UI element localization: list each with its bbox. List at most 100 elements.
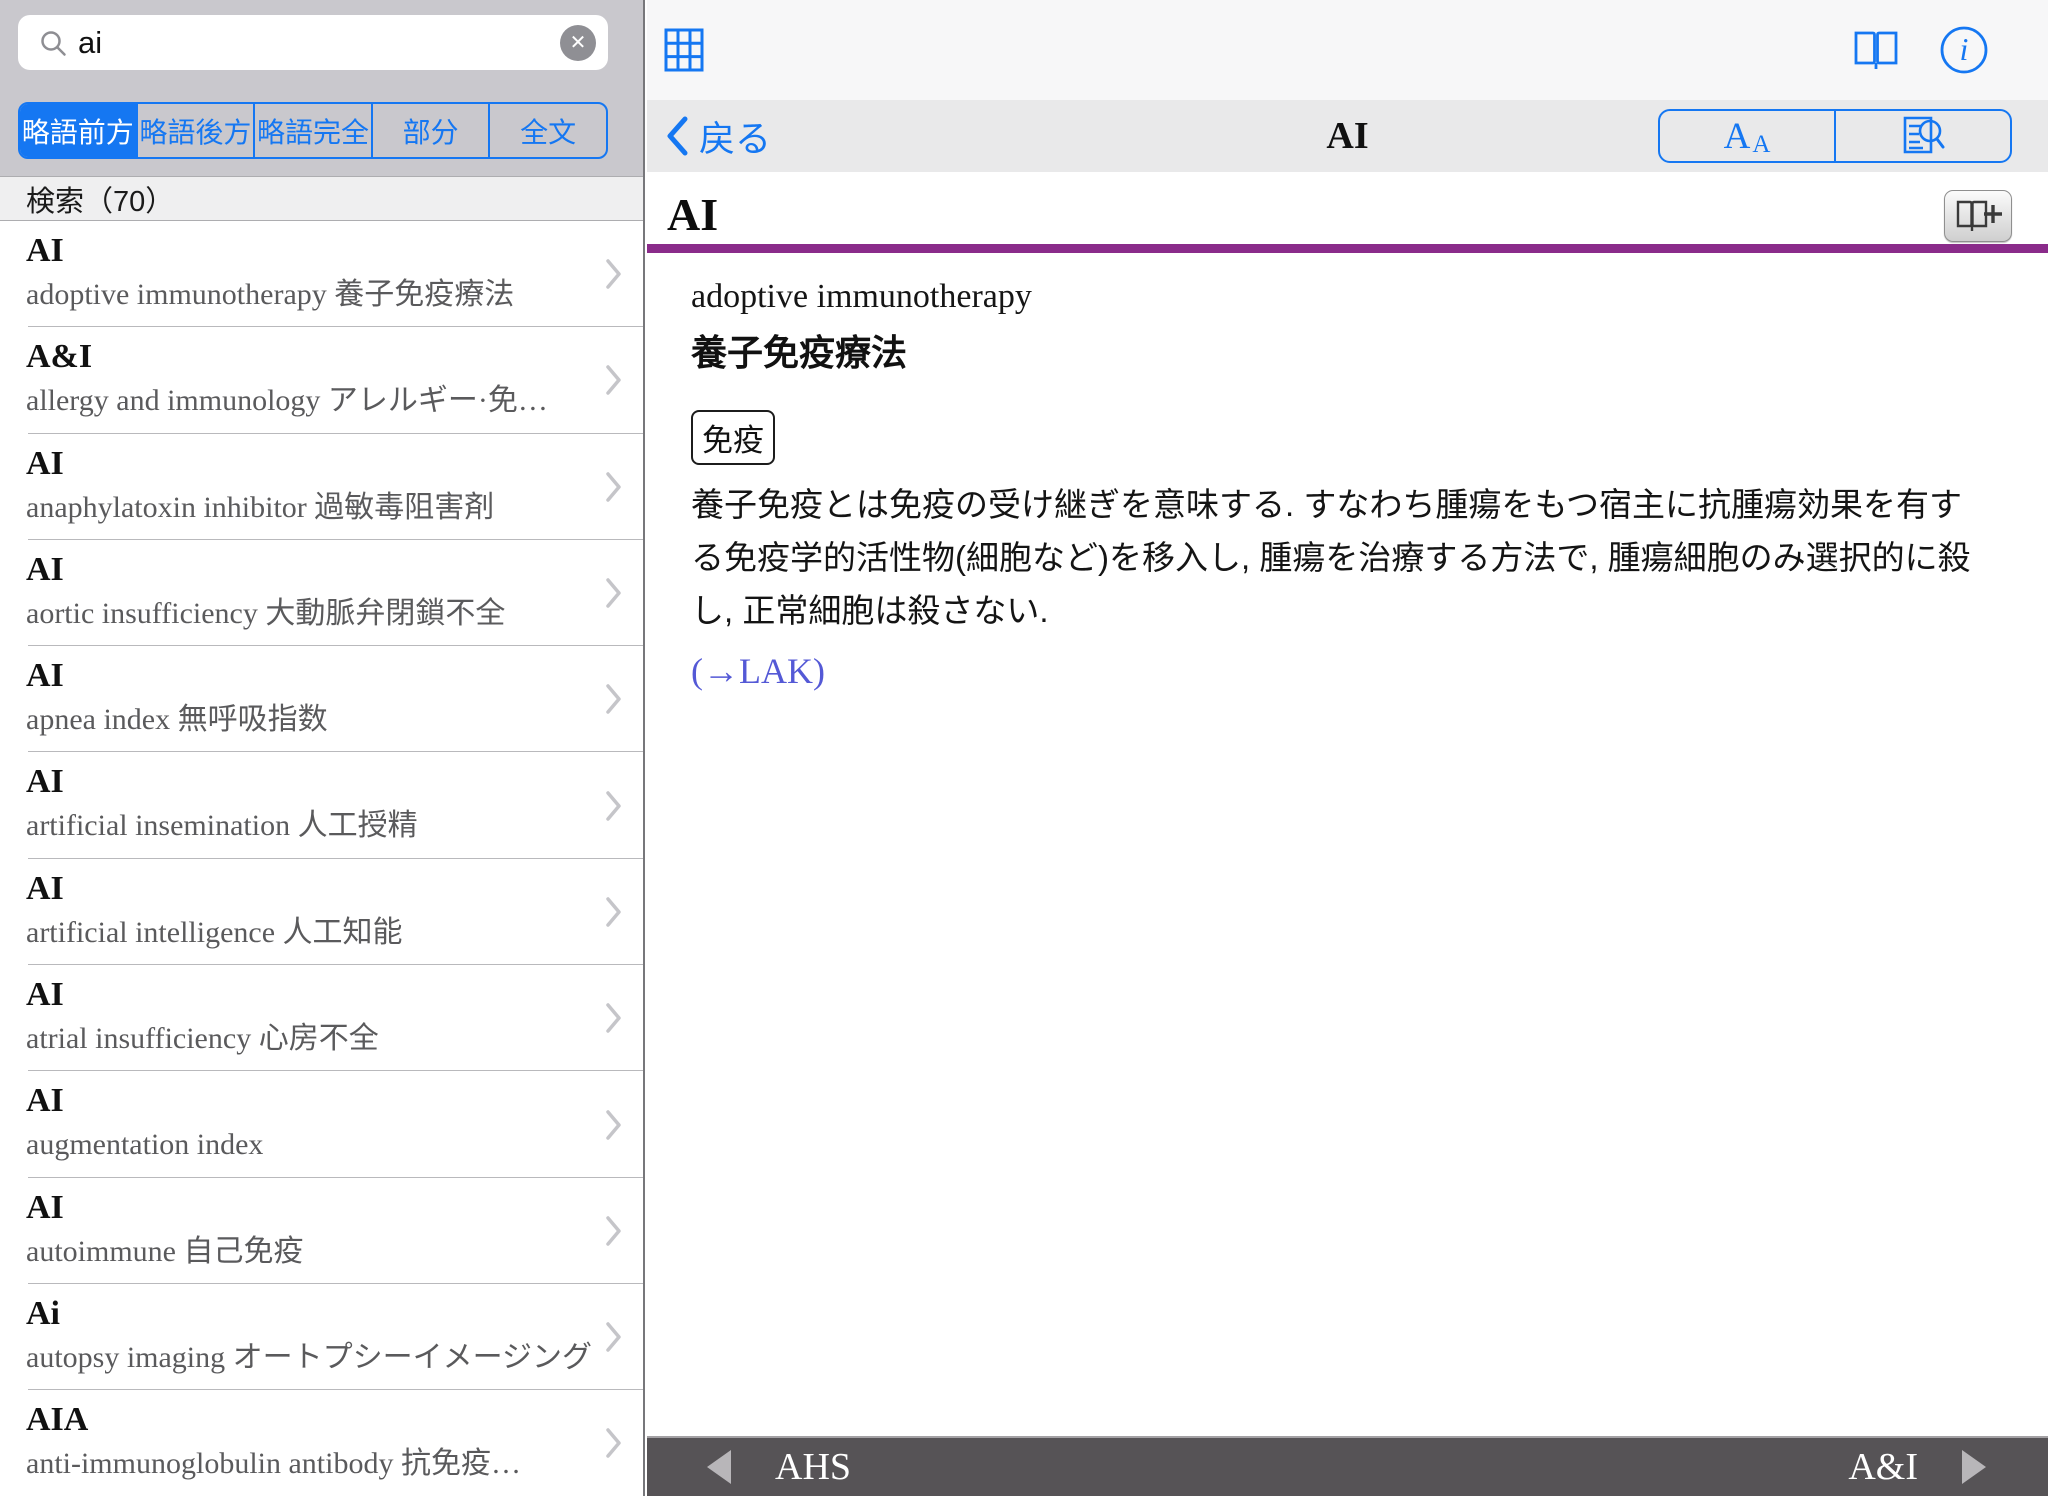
font-size-sub-label: A bbox=[1752, 131, 1770, 159]
open-book-icon bbox=[1852, 28, 1900, 72]
search-icon bbox=[38, 28, 68, 58]
next-entry-button[interactable]: A&I bbox=[1848, 1445, 1986, 1489]
result-subtitle: atrial insufficiency 心房不全 bbox=[26, 1017, 598, 1061]
entry-divider-rule bbox=[647, 244, 2048, 253]
result-row[interactable]: AI artificial intelligence 人工知能 bbox=[0, 859, 643, 965]
back-button[interactable]: 戻る bbox=[665, 100, 771, 172]
top-toolbar: i bbox=[647, 0, 2048, 100]
result-subtitle: autoimmune 自己免疫 bbox=[26, 1230, 598, 1274]
chevron-right-icon bbox=[605, 364, 623, 396]
result-row[interactable]: AIA anti-immunoglobulin antibody 抗免疫… bbox=[0, 1390, 643, 1496]
search-mode-tab[interactable]: 略語前方 bbox=[20, 104, 136, 157]
result-subtitle: anaphylatoxin inhibitor 過敏毒阻害剤 bbox=[26, 486, 598, 530]
result-term: AIA bbox=[26, 1398, 643, 1442]
previous-entry-button[interactable]: AHS bbox=[707, 1445, 851, 1489]
info-icon: i bbox=[1938, 24, 1990, 76]
result-row[interactable]: AI adoptive immunotherapy 養子免疫療法 bbox=[0, 221, 643, 327]
search-mode-tab[interactable]: 略語後方 bbox=[136, 104, 254, 157]
svg-text:i: i bbox=[1960, 31, 1969, 67]
result-term: AI bbox=[26, 1079, 643, 1123]
next-entry-label: A&I bbox=[1848, 1445, 1918, 1489]
result-subtitle: artificial insemination 人工授精 bbox=[26, 804, 598, 848]
result-term: AI bbox=[26, 760, 643, 804]
result-term: A&I bbox=[26, 335, 643, 379]
result-subtitle: aortic insufficiency 大動脈弁閉鎖不全 bbox=[26, 592, 598, 636]
add-bookmark-button[interactable] bbox=[1944, 190, 2012, 242]
chevron-right-icon bbox=[605, 896, 623, 928]
result-subtitle: allergy and immunology アレルギー·免… bbox=[26, 379, 598, 423]
result-term: AI bbox=[26, 442, 643, 486]
result-subtitle: autopsy imaging オートプシーイメージング bbox=[26, 1336, 598, 1380]
chevron-right-icon bbox=[605, 1215, 623, 1247]
search-mode-tabs: 略語前方 略語後方 略語完全 部分 全文 bbox=[18, 102, 608, 159]
result-subtitle: adoptive immunotherapy 養子免疫療法 bbox=[26, 273, 598, 317]
entry-headword: AI bbox=[667, 188, 718, 241]
search-input[interactable] bbox=[78, 25, 560, 61]
result-row[interactable]: AI anaphylatoxin inhibitor 過敏毒阻害剤 bbox=[0, 434, 643, 540]
back-chevron-icon bbox=[665, 115, 689, 157]
bookmarks-button[interactable] bbox=[1852, 0, 1900, 100]
entry-term-english: adoptive immunotherapy bbox=[691, 278, 1032, 316]
result-term: AI bbox=[26, 654, 643, 698]
results-count-label: 検索（70） bbox=[26, 178, 174, 220]
font-size-label: A bbox=[1724, 115, 1751, 158]
info-button[interactable]: i bbox=[1938, 0, 1990, 100]
back-label: 戻る bbox=[699, 110, 771, 162]
result-term: AI bbox=[26, 973, 643, 1017]
entry-term-japanese: 養子免疫療法 bbox=[691, 324, 907, 376]
result-row[interactable]: Ai autopsy imaging オートプシーイメージング bbox=[0, 1284, 643, 1390]
chevron-right-icon bbox=[605, 577, 623, 609]
next-arrow-icon bbox=[1962, 1450, 1986, 1484]
chevron-right-icon bbox=[605, 1321, 623, 1353]
chevron-right-icon bbox=[605, 1002, 623, 1034]
sidebar: ✕ 略語前方 略語後方 略語完全 部分 全文 検索（70） AI adoptiv… bbox=[0, 0, 645, 1496]
chevron-right-icon bbox=[605, 1109, 623, 1141]
clear-icon: ✕ bbox=[570, 30, 587, 55]
result-term: AI bbox=[26, 229, 643, 273]
app: ✕ 略語前方 略語後方 略語完全 部分 全文 検索（70） AI adoptiv… bbox=[0, 0, 2048, 1496]
result-subtitle: artificial intelligence 人工知能 bbox=[26, 911, 598, 955]
result-subtitle: augmentation index bbox=[26, 1123, 598, 1167]
result-row[interactable]: A&I allergy and immunology アレルギー·免… bbox=[0, 327, 643, 433]
entry-pager-bar: AHS A&I bbox=[647, 1436, 2048, 1496]
result-subtitle: apnea index 無呼吸指数 bbox=[26, 698, 598, 742]
result-term: AI bbox=[26, 548, 643, 592]
clear-search-button[interactable]: ✕ bbox=[560, 25, 596, 61]
grid-icon bbox=[663, 27, 705, 73]
prev-entry-label: AHS bbox=[775, 1445, 851, 1489]
category-tag: 免疫 bbox=[691, 410, 775, 465]
navigation-bar: 戻る AI AA bbox=[647, 100, 2048, 172]
result-term: Ai bbox=[26, 1292, 643, 1336]
search-in-page-button[interactable] bbox=[1834, 111, 2010, 161]
book-plus-icon bbox=[1954, 198, 2002, 234]
search-mode-tab[interactable]: 部分 bbox=[371, 104, 489, 157]
chevron-right-icon bbox=[605, 790, 623, 822]
chevron-right-icon bbox=[605, 1427, 623, 1459]
page-search-icon bbox=[1899, 113, 1947, 159]
entry-content: AI adoptive immunotherapy 養子免疫療法 免疫 養子免疫… bbox=[647, 172, 2048, 1436]
prev-arrow-icon bbox=[707, 1450, 731, 1484]
result-term: AI bbox=[26, 1186, 643, 1230]
search-mode-tab[interactable]: 全文 bbox=[488, 104, 606, 157]
see-also-link[interactable]: (→LAK) bbox=[691, 650, 825, 692]
grid-view-button[interactable] bbox=[663, 0, 705, 100]
search-mode-tab[interactable]: 略語完全 bbox=[253, 104, 371, 157]
result-row[interactable]: AI autoimmune 自己免疫 bbox=[0, 1178, 643, 1284]
chevron-right-icon bbox=[605, 258, 623, 290]
result-row[interactable]: AI artificial insemination 人工授精 bbox=[0, 752, 643, 858]
result-subtitle: anti-immunoglobulin antibody 抗免疫… bbox=[26, 1442, 598, 1486]
nav-button-group: AA bbox=[1658, 109, 2012, 163]
entry-definition: 養子免疫とは免疫の受け継ぎを意味する. すなわち腫瘍をもつ宿主に抗腫瘍効果を有す… bbox=[691, 478, 2048, 637]
search-field[interactable]: ✕ bbox=[18, 15, 608, 70]
result-term: AI bbox=[26, 867, 643, 911]
results-header: 検索（70） bbox=[0, 176, 643, 221]
search-area: ✕ 略語前方 略語後方 略語完全 部分 全文 bbox=[0, 0, 643, 176]
result-row[interactable]: AI augmentation index bbox=[0, 1071, 643, 1177]
font-size-button[interactable]: AA bbox=[1660, 111, 1834, 161]
result-row[interactable]: AI apnea index 無呼吸指数 bbox=[0, 646, 643, 752]
result-row[interactable]: AI atrial insufficiency 心房不全 bbox=[0, 965, 643, 1071]
result-row[interactable]: AI aortic insufficiency 大動脈弁閉鎖不全 bbox=[0, 540, 643, 646]
chevron-right-icon bbox=[605, 683, 623, 715]
chevron-right-icon bbox=[605, 471, 623, 503]
results-list: AI adoptive immunotherapy 養子免疫療法 A&I all… bbox=[0, 221, 643, 1496]
